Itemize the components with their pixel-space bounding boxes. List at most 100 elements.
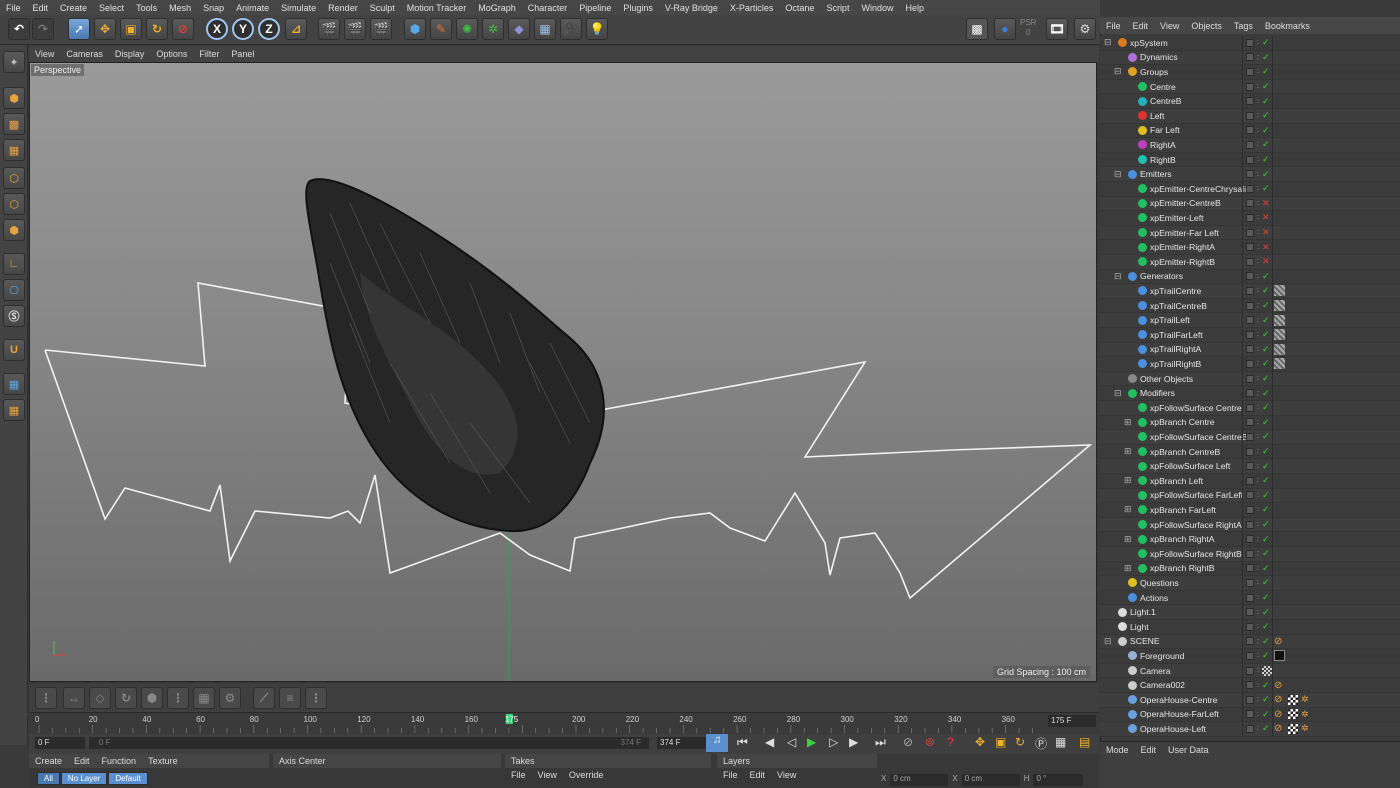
material-menu-edit[interactable]: Edit bbox=[68, 756, 96, 766]
menu-help[interactable]: Help bbox=[899, 3, 930, 13]
material-menu-texture[interactable]: Texture bbox=[142, 756, 184, 766]
objects-menu-view[interactable]: View bbox=[1154, 21, 1185, 31]
visibility-dots-icon[interactable]: : bbox=[1257, 579, 1259, 586]
phong-tag-icon[interactable]: ✲ bbox=[1301, 694, 1309, 705]
layer-swatch[interactable] bbox=[1246, 666, 1254, 675]
cube-icon[interactable]: ⬢ bbox=[404, 18, 426, 40]
menu-octane[interactable]: Octane bbox=[779, 3, 820, 13]
visibility-dots-icon[interactable]: : bbox=[1257, 39, 1259, 46]
object-name[interactable]: xpTrailFarLeft bbox=[1150, 330, 1203, 340]
layer-swatch[interactable] bbox=[1246, 491, 1254, 500]
layer-swatch[interactable] bbox=[1246, 418, 1254, 427]
camera-tag-icon[interactable] bbox=[1262, 665, 1272, 676]
play-icon[interactable]: ▶ bbox=[807, 735, 816, 749]
object-name[interactable]: xpTrailCentreB bbox=[1150, 301, 1207, 311]
visibility-dots-icon[interactable]: : bbox=[1257, 521, 1259, 528]
material-menu-create[interactable]: Create bbox=[29, 756, 68, 766]
visibility-dots-icon[interactable]: : bbox=[1257, 287, 1259, 294]
menu-window[interactable]: Window bbox=[855, 3, 899, 13]
object-name[interactable]: Dynamics bbox=[1140, 52, 1178, 62]
make-editable-icon[interactable]: ✦ bbox=[3, 51, 25, 73]
restriction-tag-icon[interactable]: ⊘ bbox=[1274, 723, 1282, 734]
object-row[interactable]: Far Left: ✓ bbox=[1100, 123, 1400, 139]
key-move-icon[interactable]: ↔ bbox=[63, 687, 85, 709]
enabled-check-icon[interactable]: ✓ bbox=[1262, 534, 1270, 545]
key-position-icon[interactable]: ✥ bbox=[975, 735, 985, 749]
enabled-check-icon[interactable]: ✓ bbox=[1262, 388, 1270, 399]
takes-menu-view[interactable]: View bbox=[532, 770, 563, 780]
enabled-check-icon[interactable]: ✓ bbox=[1262, 81, 1270, 92]
visibility-dots-icon[interactable]: : bbox=[1257, 375, 1259, 382]
visibility-dots-icon[interactable]: : bbox=[1257, 346, 1259, 353]
visibility-dots-icon[interactable]: : bbox=[1257, 638, 1259, 645]
z-axis-button[interactable]: Z bbox=[258, 18, 280, 40]
enabled-check-icon[interactable]: ✓ bbox=[1262, 329, 1270, 340]
trail-tag-icon[interactable] bbox=[1274, 285, 1285, 297]
visibility-dots-icon[interactable]: : bbox=[1257, 244, 1259, 251]
enabled-check-icon[interactable]: ✓ bbox=[1262, 125, 1270, 136]
x-coord-field[interactable]: 0 cm bbox=[890, 774, 949, 786]
visibility-dots-icon[interactable]: : bbox=[1257, 682, 1259, 689]
layers-menu-file[interactable]: File bbox=[717, 770, 744, 780]
object-name[interactable]: xpFollowSurface RightA bbox=[1150, 520, 1242, 530]
object-name[interactable]: RightB bbox=[1150, 155, 1176, 165]
key-interp-icon[interactable]: ≡ bbox=[279, 687, 301, 709]
axis-mode-icon[interactable]: ∟ bbox=[3, 253, 25, 275]
object-name[interactable]: xpBranch Left bbox=[1150, 476, 1203, 486]
previous-key-icon[interactable]: ◀ bbox=[765, 735, 774, 749]
object-name[interactable]: xpFollowSurface FarLeft bbox=[1150, 490, 1243, 500]
enabled-check-icon[interactable]: ✓ bbox=[1262, 694, 1270, 705]
visibility-dots-icon[interactable]: : bbox=[1257, 448, 1259, 455]
timeline-window-icon[interactable]: ▤ bbox=[1079, 735, 1090, 749]
edges-mode-icon[interactable]: ⬡ bbox=[3, 193, 25, 215]
object-name[interactable]: xpFollowSurface RightB bbox=[1150, 549, 1242, 559]
layer-swatch[interactable] bbox=[1246, 374, 1254, 383]
object-row[interactable]: xpTrailCentreB: ✓ bbox=[1100, 298, 1400, 314]
menu-edit[interactable]: Edit bbox=[27, 3, 55, 13]
texture-tag-icon[interactable] bbox=[1288, 723, 1298, 734]
menu-create[interactable]: Create bbox=[54, 3, 93, 13]
object-name[interactable]: Light.1 bbox=[1130, 607, 1156, 617]
layer-swatch[interactable] bbox=[1246, 272, 1254, 281]
visibility-dots-icon[interactable]: : bbox=[1257, 463, 1259, 470]
object-row[interactable]: ⊞ xpBranch Left: ✓ bbox=[1100, 474, 1400, 489]
menu-select[interactable]: Select bbox=[93, 3, 130, 13]
object-row[interactable]: Left: ✓ bbox=[1100, 109, 1400, 124]
visibility-dots-icon[interactable]: : bbox=[1257, 550, 1259, 557]
object-name[interactable]: xpFollowSurface Centre bbox=[1150, 403, 1242, 413]
object-name[interactable]: xpFollowSurface Left bbox=[1150, 461, 1230, 471]
pen-icon[interactable]: ✎ bbox=[430, 18, 452, 40]
object-row[interactable]: xpEmitter-Far Left: ✕ bbox=[1100, 225, 1400, 241]
object-row[interactable]: xpFollowSurface Left: ✓ bbox=[1100, 459, 1400, 474]
layer-swatch[interactable] bbox=[1246, 155, 1254, 164]
floor-icon[interactable]: ▦ bbox=[534, 18, 556, 40]
trail-tag-icon[interactable] bbox=[1274, 329, 1285, 341]
menu-plugins[interactable]: Plugins bbox=[617, 3, 659, 13]
object-name[interactable]: Other Objects bbox=[1140, 374, 1193, 384]
object-name[interactable]: xpTrailRightA bbox=[1150, 344, 1201, 354]
enabled-check-icon[interactable]: ✓ bbox=[1262, 154, 1270, 165]
enabled-check-icon[interactable]: ✓ bbox=[1262, 139, 1270, 150]
layer-swatch[interactable] bbox=[1246, 520, 1254, 529]
enabled-check-icon[interactable]: ✓ bbox=[1262, 519, 1270, 530]
object-name[interactable]: Questions bbox=[1140, 578, 1179, 588]
viewport-menu-view[interactable]: View bbox=[29, 49, 60, 59]
key-rotate-icon[interactable]: ↻ bbox=[115, 687, 137, 709]
restriction-tag-icon[interactable]: ⊘ bbox=[1274, 709, 1282, 720]
layer-swatch[interactable] bbox=[1246, 389, 1254, 398]
expand-toggle-icon[interactable]: ⊟ bbox=[1104, 636, 1112, 647]
enabled-check-icon[interactable]: ✓ bbox=[1262, 344, 1270, 355]
object-row[interactable]: OperaHouse-Left: ✓ ⊘ ✲ bbox=[1100, 722, 1400, 737]
object-name[interactable]: Centre bbox=[1150, 82, 1176, 92]
takes-menu-file[interactable]: File bbox=[505, 770, 532, 780]
enabled-check-icon[interactable]: ✓ bbox=[1262, 709, 1270, 720]
disabled-x-icon[interactable]: ✕ bbox=[1262, 242, 1270, 253]
object-row[interactable]: ⊟ Modifiers: ✓ bbox=[1100, 386, 1400, 401]
layer-swatch[interactable] bbox=[1246, 286, 1254, 295]
menu-v-ray-bridge[interactable]: V-Ray Bridge bbox=[659, 3, 724, 13]
objects-menu-tags[interactable]: Tags bbox=[1228, 21, 1259, 31]
attribute-menu-edit[interactable]: Edit bbox=[1135, 745, 1163, 755]
layer-swatch[interactable] bbox=[1246, 184, 1254, 193]
menu-script[interactable]: Script bbox=[820, 3, 855, 13]
layer-swatch[interactable] bbox=[1246, 549, 1254, 558]
